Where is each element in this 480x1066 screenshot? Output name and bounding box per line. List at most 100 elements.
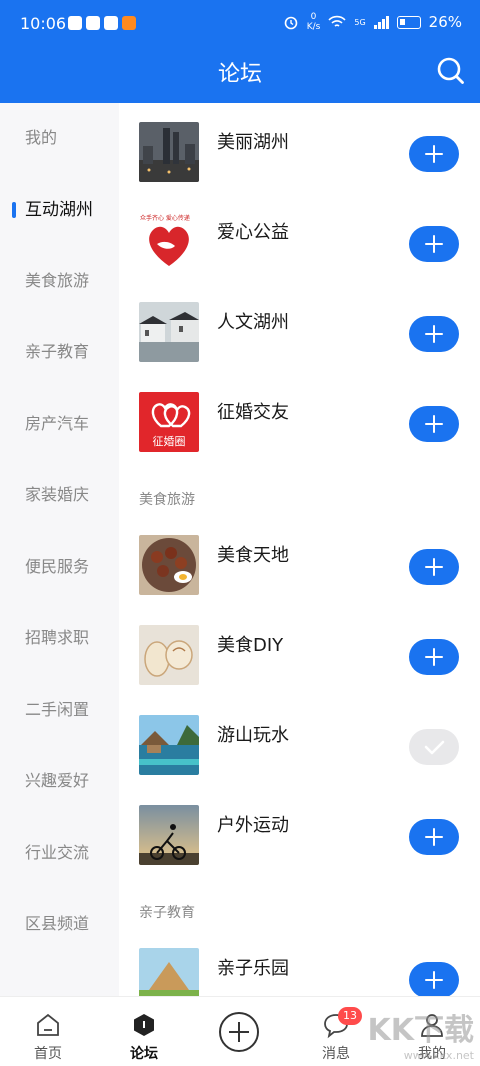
status-bar: 10:06 0 K/s 5G 26%	[0, 0, 480, 46]
tab-home[interactable]: 首页	[0, 997, 96, 1066]
forum-name: 美食天地	[217, 545, 289, 566]
alarm-icon	[284, 16, 298, 30]
follow-button[interactable]	[409, 549, 459, 585]
follow-button[interactable]	[409, 819, 459, 855]
sidebar-item-label: 互动湖州	[25, 200, 93, 220]
forum-name: 美食DIY	[217, 635, 284, 656]
forum-thumbnail	[139, 948, 199, 996]
sidebar-item-hobbies[interactable]: 兴趣爱好	[0, 761, 119, 801]
sidebar-item-label: 便民服务	[25, 557, 90, 576]
list-item[interactable]: 美食天地	[119, 535, 480, 625]
net-speed: 0 K/s	[307, 12, 321, 32]
follow-button[interactable]	[409, 226, 459, 262]
thumb-caption: 众手齐心 爱心传递	[140, 215, 190, 222]
section-label: 亲子教育	[139, 905, 195, 921]
chat-notify-icon	[86, 16, 100, 30]
taobao-notify-icon	[122, 16, 136, 30]
net-speed-unit: K/s	[306, 22, 321, 32]
sidebar-item-label: 区县频道	[25, 914, 90, 933]
forum-thumbnail: 众手齐心 爱心传递	[139, 212, 199, 272]
sidebar-item-services[interactable]: 便民服务	[0, 547, 119, 587]
sidebar-item-food-travel[interactable]: 美食旅游	[0, 261, 119, 301]
add-post-icon	[219, 1012, 259, 1052]
list-item[interactable]: 户外运动	[119, 805, 480, 895]
bottom-tab-bar: 首页 论坛 13 消息 我的 KK下载 www.kkx.net	[0, 996, 480, 1066]
status-right: 0 K/s 5G 26%	[283, 12, 462, 32]
list-item[interactable]: 人文湖州	[119, 302, 480, 392]
follow-button[interactable]	[409, 639, 459, 675]
active-indicator	[12, 202, 16, 218]
sidebar-item-label: 房产汽车	[25, 414, 90, 433]
sidebar-item-mine[interactable]: 我的	[0, 118, 119, 158]
forum-icon	[134, 1014, 154, 1036]
watermark-url: www.kkx.net	[403, 1049, 474, 1062]
tab-forum[interactable]: 论坛	[96, 997, 192, 1066]
watermark: KK下载 www.kkx.net	[368, 1005, 475, 1062]
home-icon	[37, 1013, 59, 1036]
network-type: 5G	[354, 17, 366, 27]
forum-thumbnail	[139, 805, 199, 865]
sidebar-item-property-auto[interactable]: 房产汽车	[0, 404, 119, 444]
signal-icon	[373, 15, 389, 29]
list-item[interactable]: 征婚圈 征婚交友	[119, 392, 480, 482]
forum-name: 征婚交友	[217, 402, 289, 423]
forum-thumbnail	[139, 715, 199, 775]
tab-post[interactable]	[192, 997, 288, 1066]
list-item[interactable]: 美丽湖州	[119, 122, 480, 212]
sidebar-item-label: 行业交流	[25, 843, 90, 862]
follow-button[interactable]	[409, 316, 459, 352]
sidebar-item-parenting[interactable]: 亲子教育	[0, 332, 119, 372]
net-speed-value: 0	[310, 12, 317, 22]
followed-check-button[interactable]	[409, 729, 459, 765]
forum-thumbnail: 征婚圈	[139, 392, 199, 452]
sidebar-item-industry[interactable]: 行业交流	[0, 833, 119, 873]
unread-badge: 13	[338, 1007, 362, 1025]
app-header: 10:06 0 K/s 5G 26% 论坛	[0, 0, 480, 103]
forum-thumbnail	[139, 302, 199, 362]
forum-name: 亲子乐园	[217, 958, 289, 979]
page-title: 论坛	[217, 62, 262, 87]
sidebar-item-home-wedding[interactable]: 家装婚庆	[0, 475, 119, 515]
forum-name: 户外运动	[217, 815, 289, 836]
sidebar-item-label: 家装婚庆	[25, 485, 90, 504]
tab-label: 首页	[34, 1046, 62, 1062]
follow-button[interactable]	[409, 136, 459, 172]
forum-list: 美丽湖州 众手齐心 爱心传递 爱心公益 人文湖州 征婚圈 征婚交友 美食旅游 美…	[119, 103, 480, 996]
sidebar-item-label: 兴趣爱好	[25, 771, 90, 790]
category-sidebar: 我的 互动湖州 美食旅游 亲子教育 房产汽车 家装婚庆 便民服务 招聘求职 二手…	[0, 103, 119, 996]
forum-name: 美丽湖州	[217, 132, 289, 153]
forum-name: 爱心公益	[217, 222, 289, 243]
sidebar-item-label: 二手闲置	[25, 700, 90, 719]
forum-name: 游山玩水	[217, 725, 289, 746]
q-notify-icon	[104, 16, 118, 30]
forum-thumbnail	[139, 625, 199, 685]
follow-button[interactable]	[409, 962, 459, 996]
sidebar-item-label: 招聘求职	[25, 628, 90, 647]
check-icon	[424, 740, 445, 755]
section-label: 美食旅游	[139, 492, 195, 508]
notification-icons	[68, 16, 136, 30]
forum-thumbnail	[139, 535, 199, 595]
sidebar-item-label: 我的	[25, 128, 58, 147]
list-item[interactable]: 游山玩水	[119, 715, 480, 805]
watermark-brand: KK下载	[367, 1013, 475, 1048]
search-icon[interactable]	[436, 56, 466, 86]
list-item[interactable]: 亲子乐园	[119, 948, 480, 996]
battery-icon	[396, 15, 421, 29]
forum-thumbnail	[139, 122, 199, 182]
battery-level: 26%	[428, 13, 462, 31]
tab-label: 论坛	[130, 1046, 158, 1062]
status-time: 10:06	[20, 14, 67, 33]
sidebar-item-huzhou-interactive[interactable]: 互动湖州	[0, 190, 119, 230]
sidebar-item-districts[interactable]: 区县频道	[0, 904, 119, 944]
follow-button[interactable]	[409, 406, 459, 442]
sidebar-item-secondhand[interactable]: 二手闲置	[0, 690, 119, 730]
list-item[interactable]: 美食DIY	[119, 625, 480, 715]
wifi-icon	[328, 15, 346, 27]
sidebar-item-label: 美食旅游	[25, 271, 90, 290]
forum-name: 人文湖州	[217, 312, 289, 333]
sidebar-item-jobs[interactable]: 招聘求职	[0, 618, 119, 658]
thumb-caption: 征婚圈	[152, 435, 186, 448]
app-notify-icon	[68, 16, 82, 30]
list-item[interactable]: 众手齐心 爱心传递 爱心公益	[119, 212, 480, 302]
